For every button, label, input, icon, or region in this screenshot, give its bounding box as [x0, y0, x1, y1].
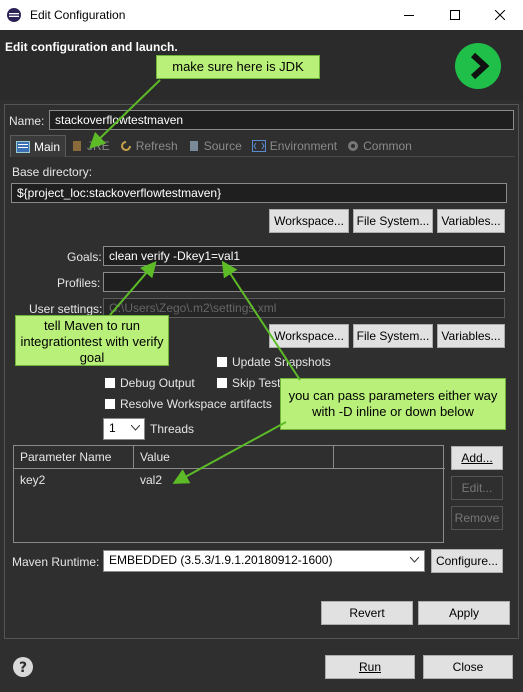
- dialog-heading: Edit configuration and launch.: [5, 40, 178, 54]
- launch-icon: [455, 43, 501, 89]
- common-icon: [348, 141, 359, 151]
- profiles-field[interactable]: [103, 272, 505, 292]
- parameter-value-header[interactable]: Value: [134, 446, 334, 469]
- tab-source[interactable]: Source: [183, 135, 247, 157]
- maven-runtime-label: Maven Runtime:: [12, 555, 100, 569]
- settings-workspace-button[interactable]: Workspace...: [269, 324, 349, 348]
- parameters-callout: you can pass parameters either way with …: [280, 378, 506, 430]
- tab-environment-label: Environment: [269, 139, 338, 153]
- parameter-name-cell: key2: [20, 473, 46, 487]
- parameter-value-cell: val2: [140, 473, 163, 487]
- tab-common[interactable]: Common: [342, 135, 417, 157]
- debug-output-checkbox[interactable]: [104, 377, 116, 389]
- configuration-panel: Name: stackoverflowtestmaven Main JRE Re…: [4, 104, 519, 639]
- remove-parameter-button[interactable]: Remove: [451, 506, 503, 530]
- minimize-button[interactable]: [386, 0, 432, 30]
- resolve-workspace-checkbox[interactable]: [104, 398, 116, 410]
- chevron-down-icon: [410, 557, 419, 563]
- configure-runtime-button[interactable]: Configure...: [431, 549, 503, 573]
- parameters-table[interactable]: Parameter Name Value key2 val2: [13, 445, 445, 543]
- tab-common-label: Common: [363, 139, 412, 153]
- svg-text:?: ?: [19, 660, 27, 676]
- eclipse-icon: [7, 8, 21, 22]
- tab-jre-label: JRE: [87, 139, 110, 153]
- parameter-name-header[interactable]: Parameter Name: [14, 446, 134, 469]
- run-button[interactable]: Run: [325, 655, 415, 679]
- maximize-button[interactable]: [432, 0, 478, 30]
- tab-main-label: Main: [34, 139, 61, 154]
- tab-jre[interactable]: JRE: [66, 135, 115, 157]
- base-directory-field[interactable]: ${project_loc:stackoverflowtestmaven}: [11, 183, 507, 203]
- run-label: Run: [358, 660, 381, 674]
- threads-value: 1: [109, 421, 116, 435]
- apply-button[interactable]: Apply: [418, 601, 510, 625]
- refresh-icon: [120, 141, 131, 151]
- goals-field[interactable]: clean verify -Dkey1=val1: [103, 246, 505, 266]
- add-parameter-button[interactable]: Add...: [451, 446, 503, 470]
- base-directory-label: Base directory:: [12, 165, 93, 179]
- parameter-filler-header: [334, 446, 445, 469]
- minimize-icon: [404, 15, 414, 16]
- user-settings-label: User settings:: [29, 302, 103, 316]
- resolve-workspace-label: Resolve Workspace artifacts: [120, 397, 272, 411]
- threads-select[interactable]: 1: [103, 418, 145, 440]
- settings-filesystem-button[interactable]: File System...: [353, 324, 433, 348]
- main-tab-icon: [16, 140, 30, 153]
- chevron-down-icon: [131, 425, 140, 431]
- base-filesystem-button[interactable]: File System...: [353, 209, 433, 233]
- title-bar: Edit Configuration: [0, 0, 523, 30]
- base-workspace-button[interactable]: Workspace...: [269, 209, 349, 233]
- add-parameter-label: Add...: [461, 451, 493, 465]
- debug-output-label: Debug Output: [120, 376, 195, 390]
- tab-refresh[interactable]: Refresh: [115, 135, 183, 157]
- environment-icon: [251, 140, 266, 152]
- skip-tests-checkbox[interactable]: [216, 377, 228, 389]
- window-title: Edit Configuration: [30, 8, 126, 22]
- jre-icon: [73, 141, 82, 151]
- tab-source-label: Source: [203, 139, 242, 153]
- name-label: Name:: [9, 114, 45, 128]
- skip-tests-label: Skip Tests: [232, 376, 287, 390]
- close-window-button[interactable]: [477, 0, 523, 30]
- base-variables-button[interactable]: Variables...: [437, 209, 505, 233]
- tab-environment[interactable]: Environment: [247, 135, 342, 157]
- update-snapshots-checkbox[interactable]: [216, 356, 228, 368]
- revert-button[interactable]: Revert: [321, 601, 413, 625]
- settings-variables-button[interactable]: Variables...: [437, 324, 505, 348]
- maximize-icon: [450, 10, 460, 20]
- tab-refresh-label: Refresh: [135, 139, 178, 153]
- tab-bar: Main JRE Refresh Source Environment Comm…: [10, 135, 515, 157]
- goals-label: Goals:: [67, 250, 102, 264]
- tab-main[interactable]: Main: [10, 135, 67, 157]
- name-field[interactable]: stackoverflowtestmaven: [49, 110, 514, 130]
- close-button[interactable]: Close: [423, 655, 513, 679]
- maven-runtime-value: EMBEDDED (3.5.3/1.9.1.20180912-1600): [109, 553, 333, 567]
- edit-parameter-button[interactable]: Edit...: [451, 476, 503, 500]
- update-snapshots-label: Update Snapshots: [232, 355, 331, 369]
- maven-goal-callout: tell Maven to run integrationtest with v…: [15, 315, 169, 366]
- help-icon[interactable]: ?: [12, 656, 34, 678]
- jdk-callout: make sure here is JDK: [156, 55, 320, 79]
- profiles-label: Profiles:: [57, 276, 101, 290]
- threads-label: Threads: [150, 422, 195, 436]
- source-icon: [189, 141, 198, 151]
- maven-runtime-select[interactable]: EMBEDDED (3.5.3/1.9.1.20180912-1600): [103, 550, 425, 572]
- close-icon: [495, 10, 505, 20]
